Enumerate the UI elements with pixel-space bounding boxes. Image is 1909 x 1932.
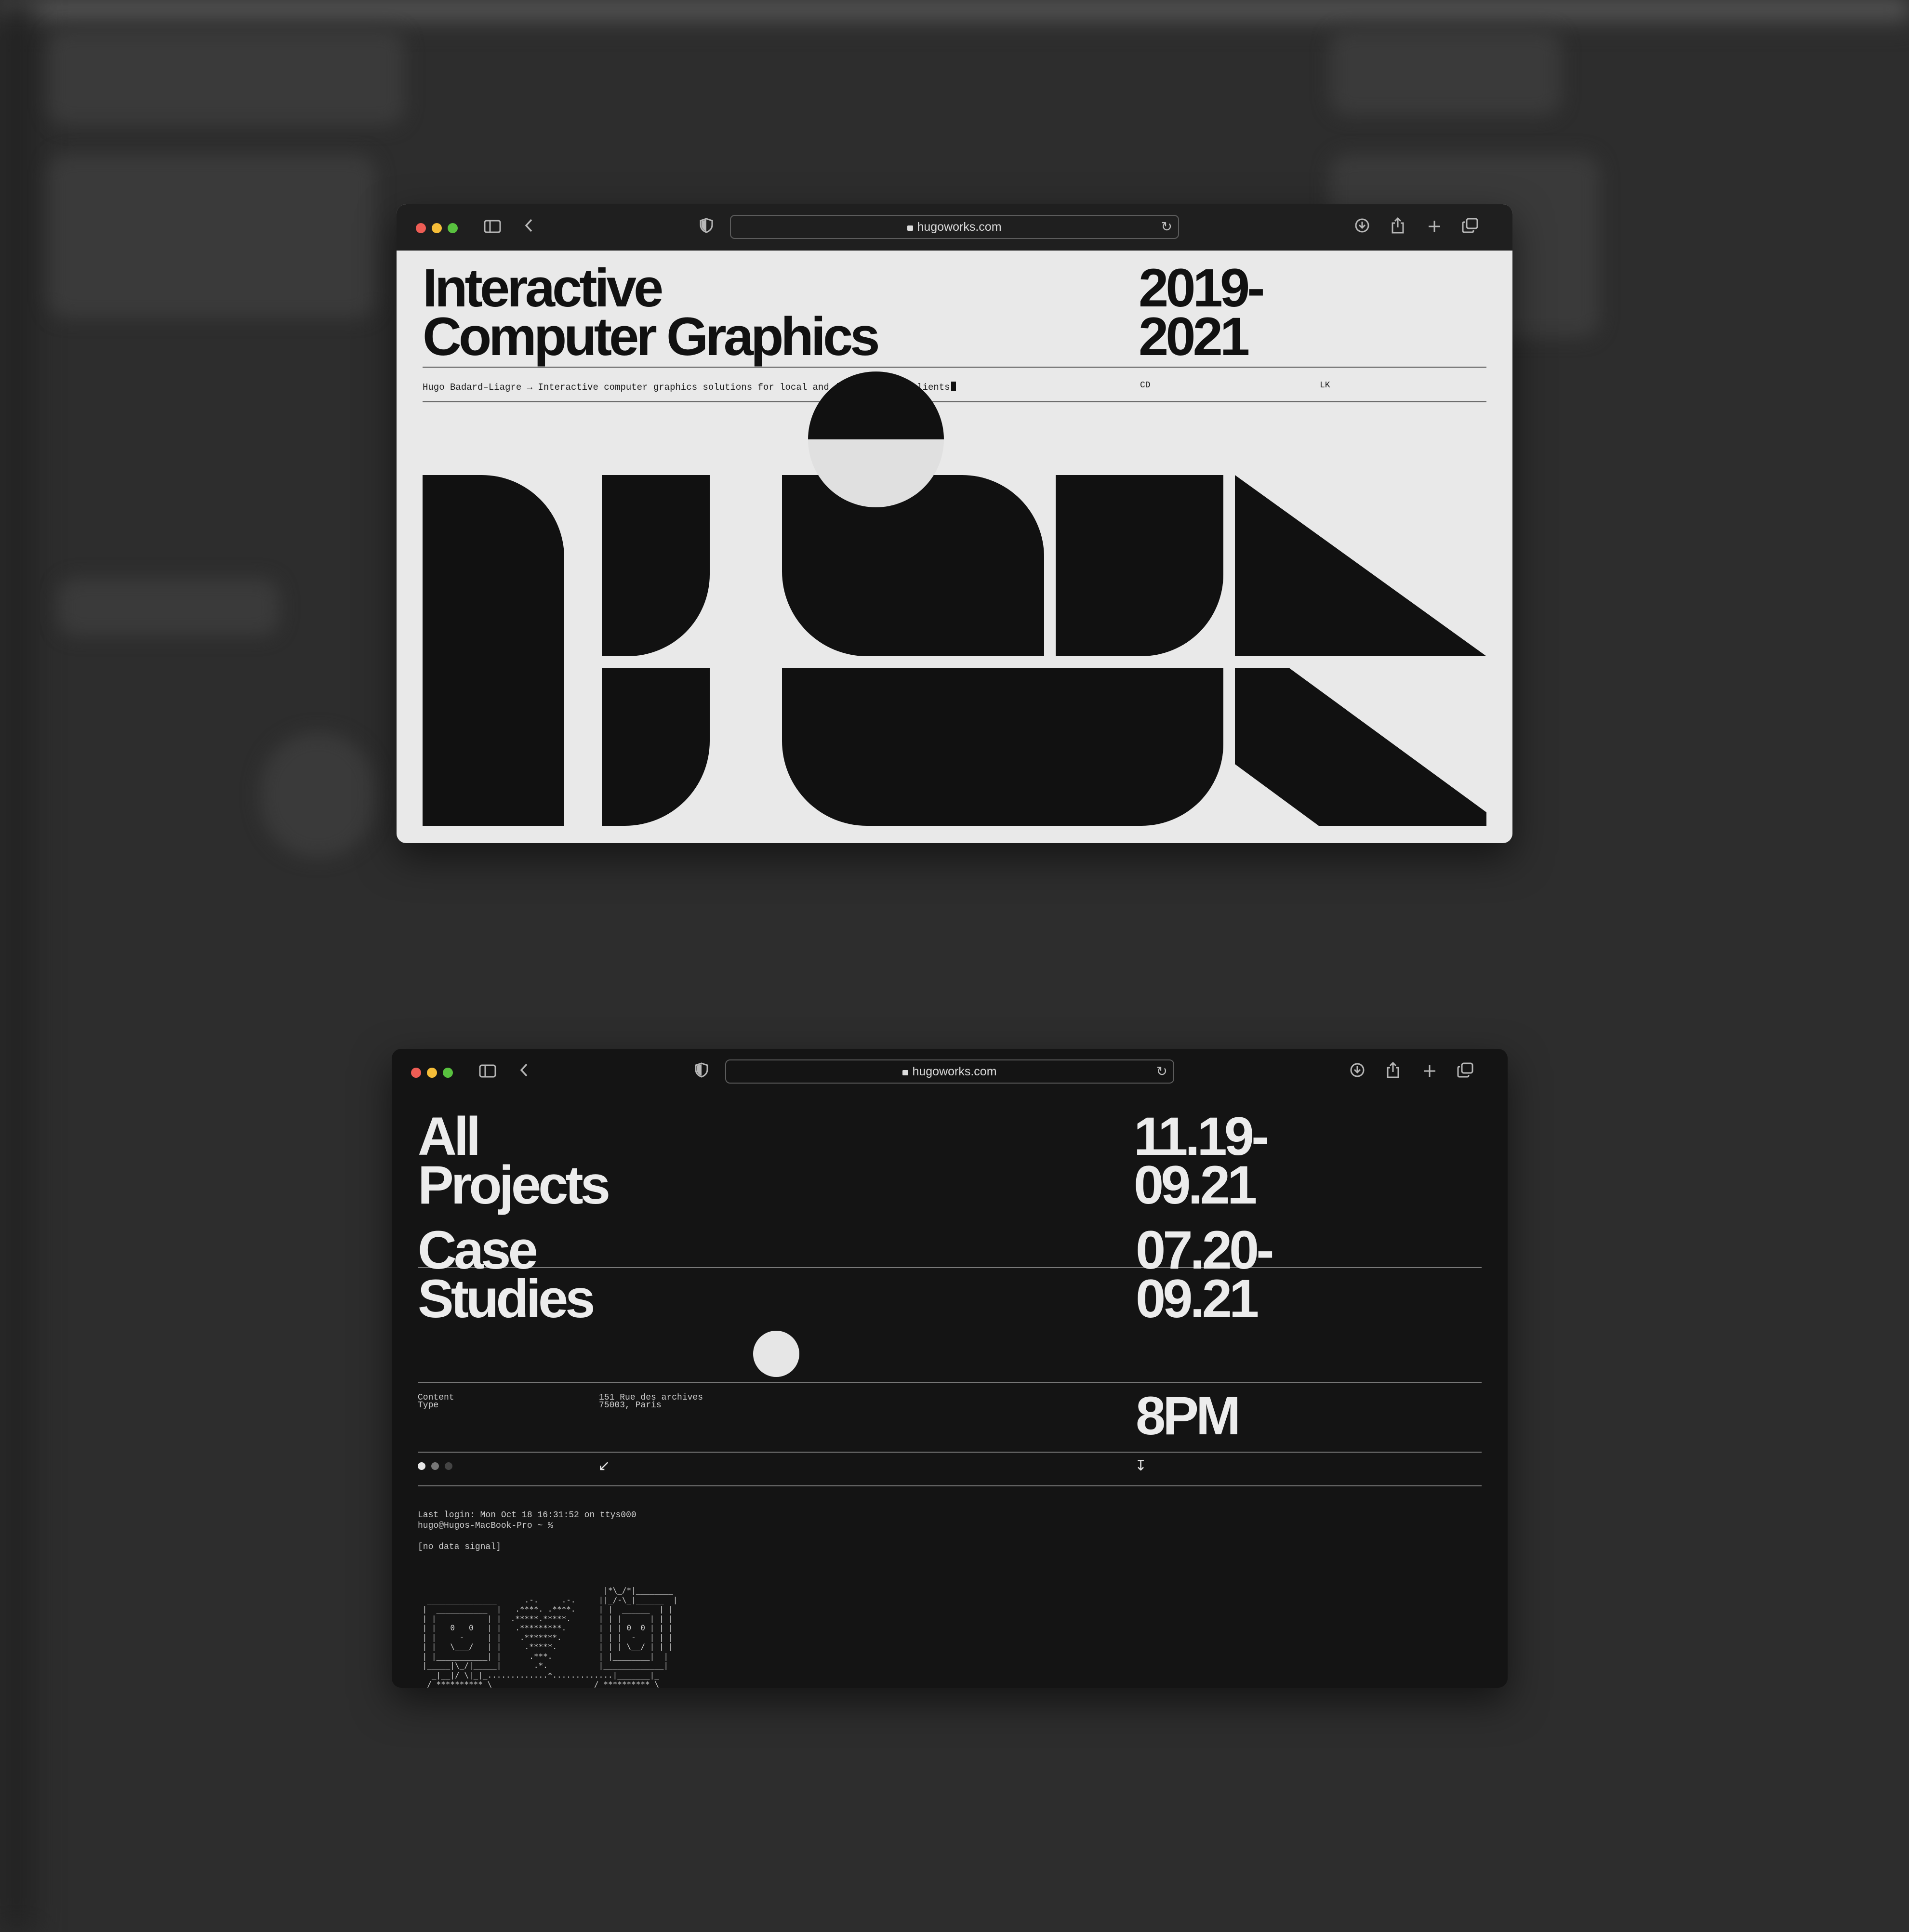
pagination-dot-active[interactable] [418, 1462, 425, 1470]
page-content: Interactive Computer Graphics 2019- 2021… [397, 251, 1512, 843]
logo-shape-bottom-wide [782, 668, 1223, 826]
browser-window-light: hugoworks.com ↻ Interactive Computer Gra… [397, 204, 1512, 843]
chevron-left-icon[interactable] [513, 1061, 535, 1084]
tabs-icon[interactable] [1454, 1061, 1476, 1084]
address-bar[interactable]: hugoworks.com ↻ [725, 1059, 1174, 1084]
logo-shape-parallelogram [1235, 668, 1486, 826]
browser-window-dark: hugoworks.com ↻ All Projects 11.19- 09.2… [392, 1049, 1508, 1688]
logo-shape-g-top [782, 475, 1044, 656]
content-type-label: Content Type [418, 1393, 454, 1410]
shield-icon[interactable] [695, 217, 717, 239]
tabs-icon[interactable] [1459, 217, 1481, 239]
arrow-down-left-icon[interactable]: ↙ [598, 1457, 610, 1474]
download-icon[interactable] [1346, 1061, 1368, 1084]
page-content: All Projects 11.19- 09.21 Case Studies 0… [392, 1095, 1508, 1688]
plus-icon[interactable] [1423, 217, 1445, 239]
hugo-geometric-logo [423, 371, 1486, 826]
cursor-circle [753, 1331, 799, 1377]
nav-link-all-projects[interactable]: All Projects [418, 1110, 610, 1212]
plus-icon[interactable] [1418, 1061, 1441, 1084]
reload-icon[interactable]: ↻ [1161, 216, 1172, 238]
divider [418, 1485, 1482, 1486]
zoom-window-button[interactable] [443, 1068, 453, 1078]
address: 151 Rue des archives 75003, Paris [599, 1393, 703, 1410]
divider [418, 1452, 1482, 1453]
logo-triangle [1235, 475, 1486, 656]
logo-shape-u-bottom [602, 668, 710, 826]
share-icon[interactable] [1382, 1061, 1404, 1084]
logo-shape-o-top [1056, 475, 1223, 656]
pagination-dots[interactable] [418, 1462, 458, 1472]
ascii-computers-art: |*\_/*|________ _______________ .-. .-. … [422, 1586, 678, 1688]
close-window-button[interactable] [416, 223, 426, 233]
logo-circle-top [808, 371, 944, 439]
chevron-left-icon[interactable] [518, 217, 540, 239]
url-text: hugoworks.com [917, 220, 1002, 234]
shield-icon[interactable] [690, 1061, 713, 1084]
terminal-output: Last login: Mon Oct 18 16:31:52 on ttys0… [418, 1510, 636, 1552]
zoom-window-button[interactable] [448, 223, 458, 233]
nav-link-case-studies[interactable]: Case Studies [418, 1223, 596, 1326]
share-icon[interactable] [1387, 217, 1409, 239]
sidebar-icon[interactable] [477, 1061, 499, 1084]
logo-shape-u-top [602, 475, 710, 656]
lock-icon [907, 225, 914, 231]
pagination-dot[interactable] [445, 1462, 452, 1470]
url-text: hugoworks.com [912, 1065, 997, 1078]
all-projects-dates: 11.19- 09.21 [1134, 1106, 1269, 1215]
browser-toolbar: hugoworks.com ↻ [397, 204, 1512, 251]
close-window-button[interactable] [411, 1068, 421, 1078]
minimize-window-button[interactable] [427, 1068, 437, 1078]
case-studies-dates: 07.20- 09.21 [1136, 1220, 1274, 1329]
reload-icon[interactable]: ↻ [1156, 1060, 1167, 1083]
logo-shape-h [423, 475, 564, 826]
minimize-window-button[interactable] [432, 223, 442, 233]
browser-toolbar: hugoworks.com ↻ [392, 1049, 1508, 1095]
arrow-down-to-line-icon[interactable]: ↧ [1135, 1457, 1147, 1474]
sidebar-icon[interactable] [481, 217, 504, 239]
address-bar[interactable]: hugoworks.com ↻ [730, 215, 1179, 239]
local-time: 8PM [1136, 1386, 1241, 1446]
pagination-dot[interactable] [431, 1462, 439, 1470]
lock-icon [902, 1070, 909, 1075]
divider [418, 1382, 1482, 1383]
download-icon[interactable] [1351, 217, 1373, 239]
